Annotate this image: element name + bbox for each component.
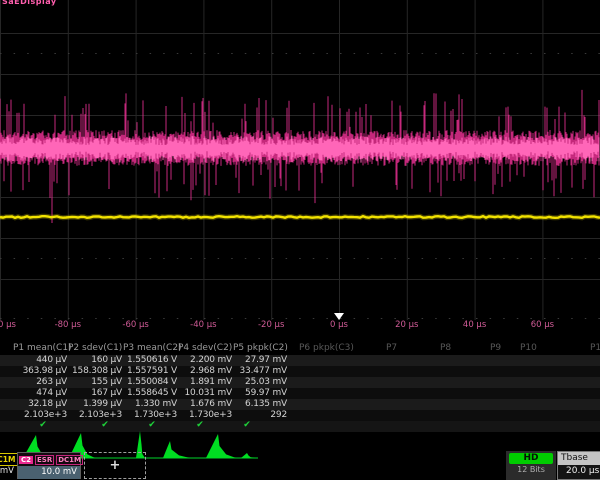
c2-channel-tag[interactable]: C2 — [19, 456, 33, 464]
time-axis-label: -60 µs — [122, 320, 148, 330]
plus-icon: + — [110, 458, 121, 473]
measurement-header-unused[interactable]: P10 — [520, 343, 537, 353]
measurement-header[interactable]: P2 sdev(C1) — [68, 343, 122, 353]
measurement-value: 6.135 mV — [233, 399, 287, 409]
measurement-value: 33.477 mV — [233, 366, 287, 376]
measurement-header-unused[interactable]: P9 — [490, 343, 501, 353]
time-axis-label: -20 µs — [258, 320, 284, 330]
measurement-value: 363.98 µV — [13, 366, 67, 376]
measurement-header-unused[interactable]: P8 — [440, 343, 451, 353]
measurement-value: 263 µV — [13, 377, 67, 387]
c2-descriptor-box[interactable]: C2 ESR DC1M 10.0 mV — [17, 452, 81, 479]
add-trace-button[interactable]: + — [84, 452, 146, 479]
measurement-value: 1.550616 V — [123, 355, 177, 365]
c1-scale-value[interactable]: 10.0 mV — [0, 466, 14, 476]
measurement-value: 1.891 mV — [178, 377, 232, 387]
timebase-title: Tbase — [558, 452, 600, 465]
measurement-value: 32.18 µV — [13, 399, 67, 409]
measurement-value: 25.03 mV — [233, 377, 287, 387]
time-axis-label: 40 µs — [463, 320, 486, 330]
measurement-header-unused[interactable]: P7 — [386, 343, 397, 353]
measurement-header[interactable]: P3 mean(C2) — [123, 343, 177, 353]
measurement-value: 27.97 mV — [233, 355, 287, 365]
measurement-value: 1.550084 V — [123, 377, 177, 387]
measurement-header-unused[interactable]: P6 pkpk(C3) — [299, 343, 354, 353]
timebase-value: 20.0 µs — [558, 465, 600, 476]
measurement-value: 1.730e+3 — [123, 410, 177, 420]
time-axis-label: -80 µs — [55, 320, 81, 330]
measurement-value: 160 µV — [68, 355, 122, 365]
oscilloscope-screen: SaEDisplay -100 µs-80 µs-60 µs-40 µs-20 … — [0, 0, 600, 480]
measurement-value: 474 µV — [13, 388, 67, 398]
histicon-peak — [163, 441, 190, 458]
histicon-peak — [241, 453, 255, 458]
time-axis-label: -40 µs — [190, 320, 216, 330]
time-axis-label: -100 µs — [0, 320, 16, 330]
measurement-value: 158.308 µV — [68, 366, 122, 376]
measurement-value: 155 µV — [68, 377, 122, 387]
c2-scale-value[interactable]: 10.0 mV — [18, 466, 80, 479]
measurement-value: 2.103e+3 — [13, 410, 67, 420]
hd-panel: HD 12 Bits — [506, 451, 556, 480]
measurement-value: 2.200 mV — [178, 355, 232, 365]
c2-tags-row: C2 ESR DC1M — [18, 453, 80, 466]
measurement-value: 167 µV — [68, 388, 122, 398]
histicon-peak — [206, 434, 236, 458]
c2-coupling-tag: DC1M — [56, 455, 83, 465]
measurement-value: 1.330 mV — [123, 399, 177, 409]
c1-coupling-tag[interactable]: DC1M — [0, 453, 18, 466]
measurement-value: 292 — [233, 410, 287, 420]
measurement-header-unused[interactable]: P11 — [590, 343, 600, 353]
measurement-header[interactable]: P1 mean(C1) — [13, 343, 67, 353]
c2-esr-tag: ESR — [35, 455, 54, 465]
measurement-value: 1.557591 V — [123, 366, 177, 376]
time-axis-label: 0 µs — [330, 320, 348, 330]
hd-mode-button[interactable]: HD — [509, 453, 553, 464]
measurement-value: 10.031 mV — [178, 388, 232, 398]
measurement-header[interactable]: P4 sdev(C2) — [178, 343, 232, 353]
trigger-marker-layer — [0, 0, 600, 330]
measurement-value: 1.676 mV — [178, 399, 232, 409]
hd-bits-label: 12 Bits — [506, 465, 556, 474]
time-axis-label: 60 µs — [531, 320, 554, 330]
measurement-value: 2.103e+3 — [68, 410, 122, 420]
measurement-value: 1.399 µV — [68, 399, 122, 409]
measurement-header[interactable]: P5 pkpk(C2) — [233, 343, 287, 353]
trigger-marker[interactable] — [334, 313, 344, 320]
time-axis-label: 20 µs — [395, 320, 418, 330]
measurement-value: 1.558645 V — [123, 388, 177, 398]
measurement-value: 2.968 mV — [178, 366, 232, 376]
timebase-box[interactable]: Tbase 20.0 µs — [557, 451, 600, 480]
measurement-value: 59.97 mV — [233, 388, 287, 398]
measurement-value: 1.730e+3 — [178, 410, 232, 420]
measurement-value: 440 µV — [13, 355, 67, 365]
